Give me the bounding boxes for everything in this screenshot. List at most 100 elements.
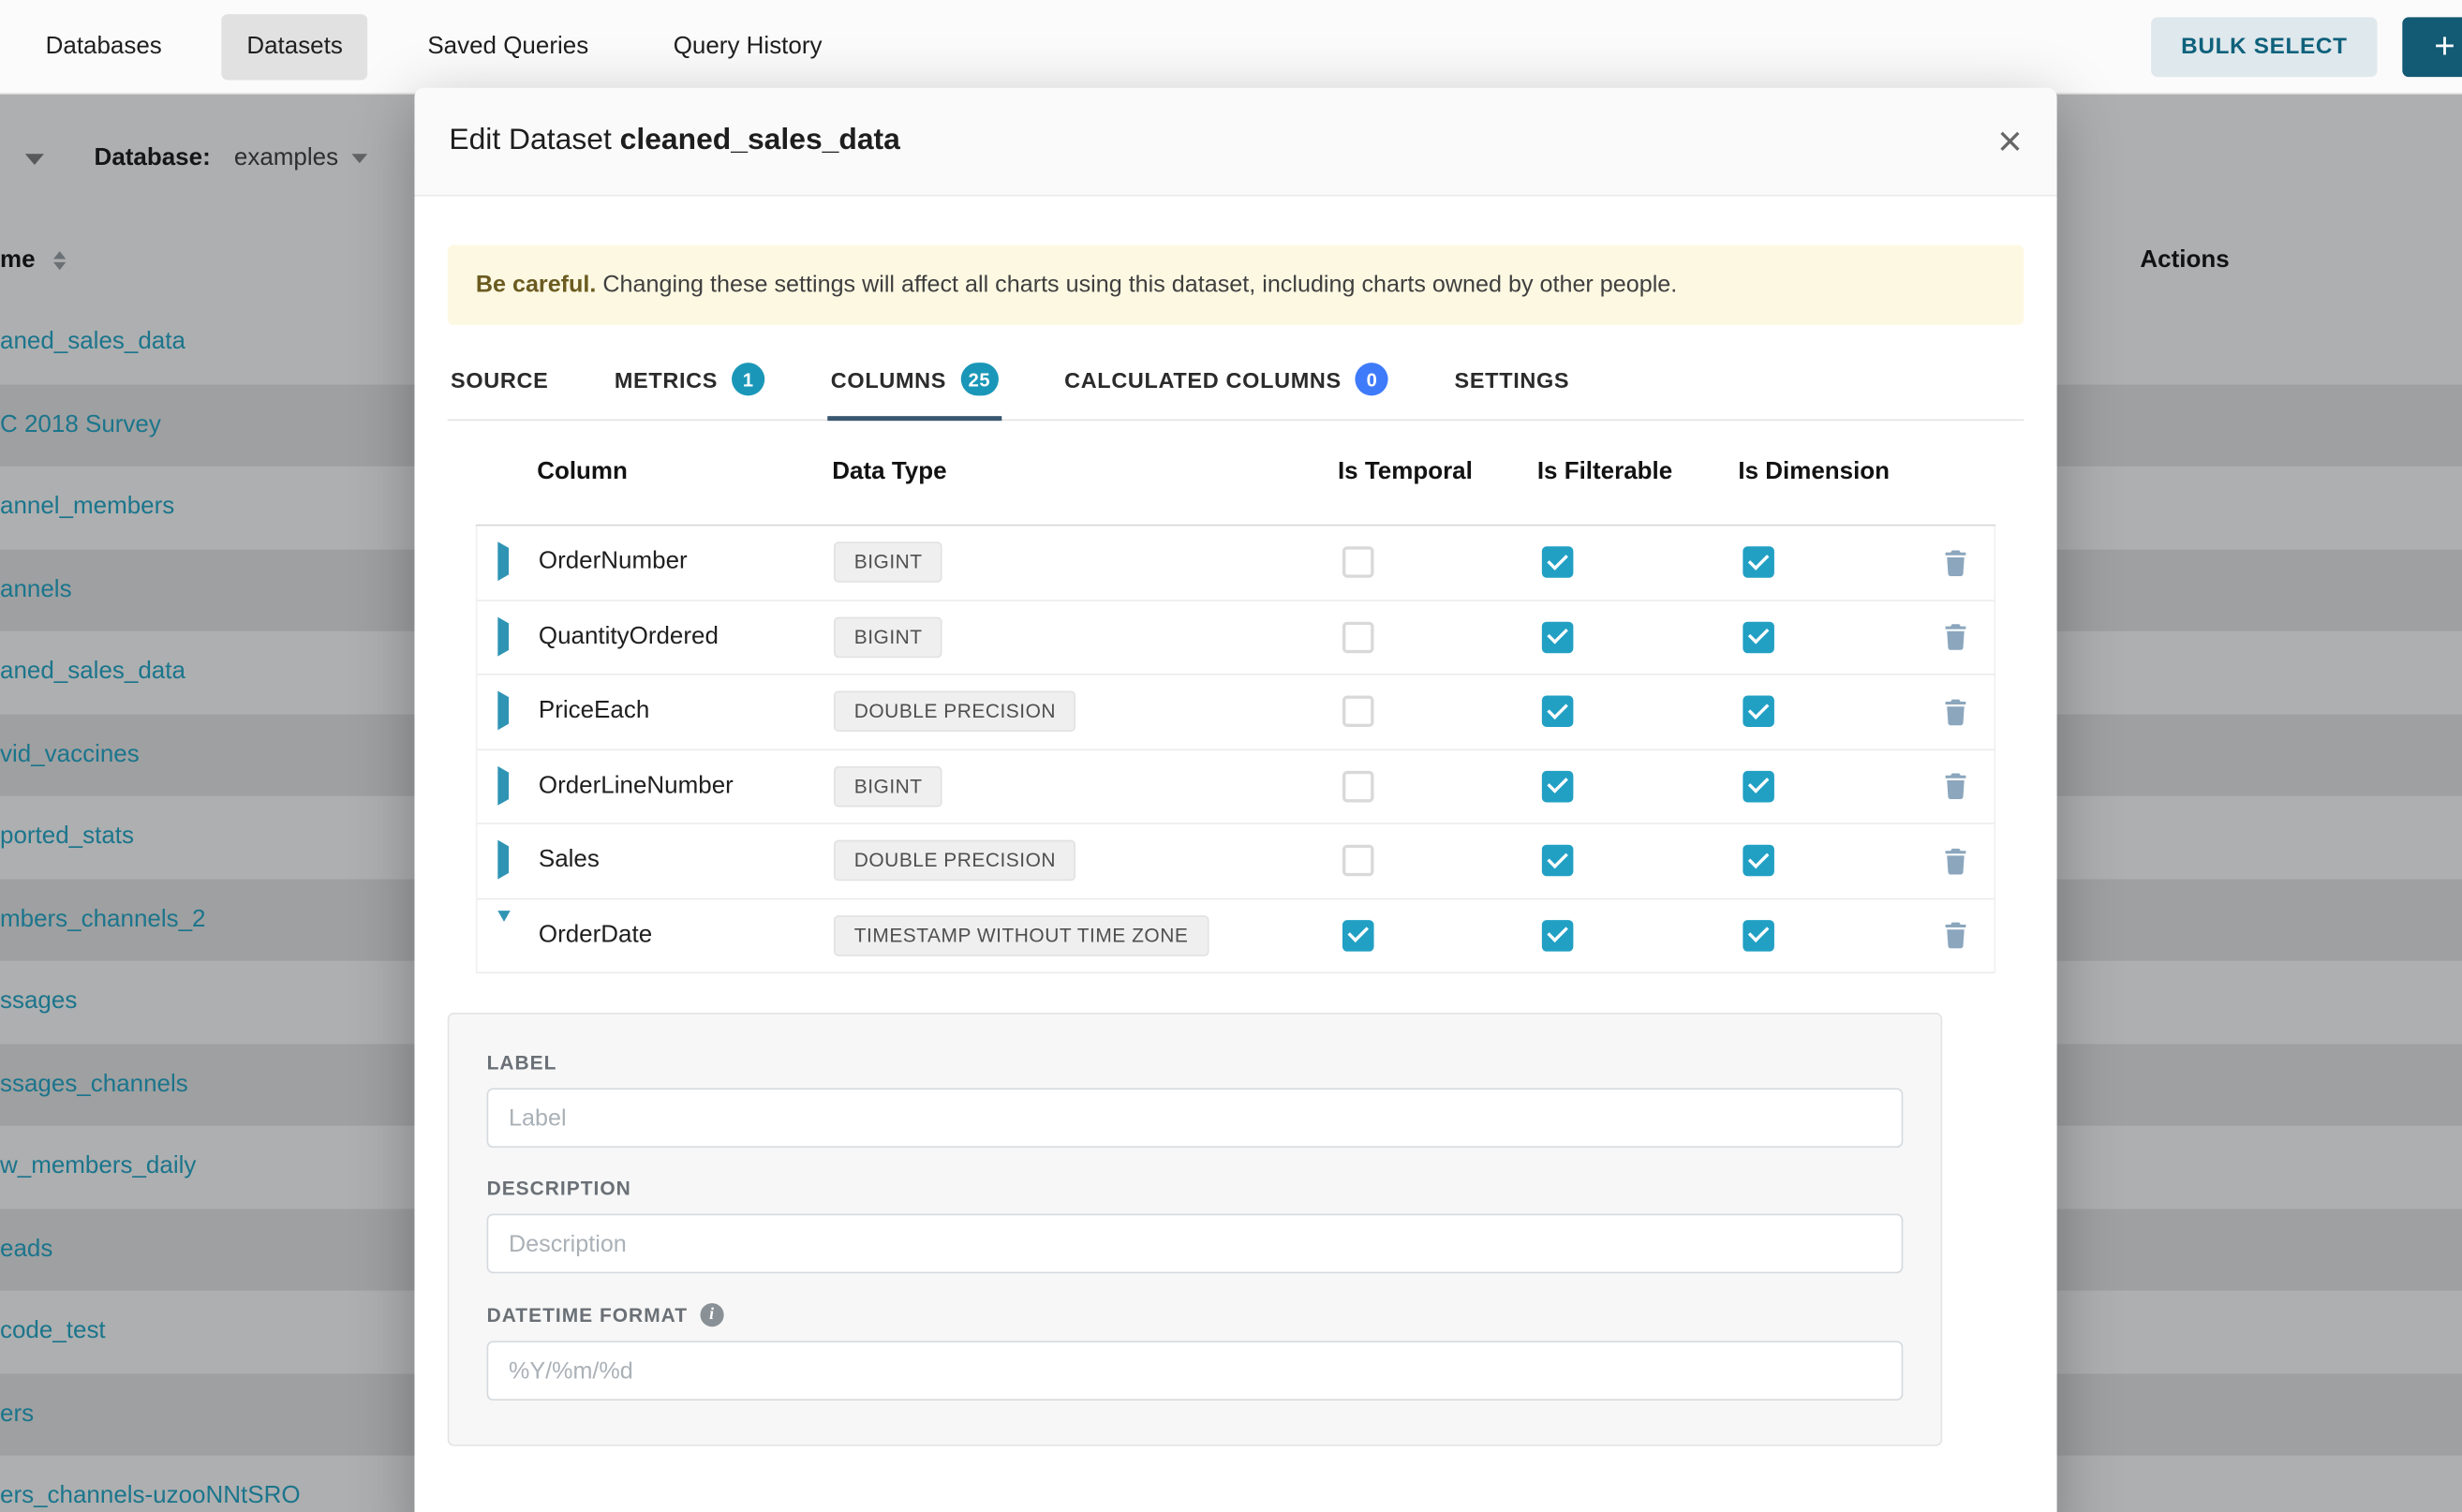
field-label-text: DESCRIPTION: [487, 1178, 631, 1199]
data-type-cell: BIGINT: [834, 542, 1340, 584]
is-temporal-checkbox-cell: [1340, 696, 1539, 728]
expand-caret-icon[interactable]: [497, 691, 509, 731]
expand-caret-icon[interactable]: [497, 616, 509, 656]
is-dimension-checkbox[interactable]: [1743, 696, 1774, 728]
is-temporal-checkbox-cell: [1340, 920, 1539, 952]
is-dimension-checkbox[interactable]: [1743, 547, 1774, 579]
is-temporal-checkbox-cell: [1340, 621, 1539, 653]
topnav-item-databases[interactable]: Databases: [21, 13, 187, 79]
tab-metrics[interactable]: METRICS 1: [611, 350, 767, 421]
is-filterable-checkbox[interactable]: [1542, 621, 1574, 653]
tab-calculated-columns[interactable]: CALCULATED COLUMNS0: [1061, 350, 1392, 421]
tab-count-badge: 1: [732, 363, 764, 395]
is-dimension-checkbox[interactable]: [1743, 771, 1774, 803]
modal-tab-bar: SOURCE METRICS 1 COLUMNS25 CALCULATED COLUMN…: [448, 350, 2024, 421]
topnav-item-query-history[interactable]: Query History: [648, 13, 847, 79]
is-dimension-checkbox-cell: [1740, 771, 1909, 803]
data-type-cell: BIGINT: [834, 616, 1340, 658]
modal-title-prefix: Edit Dataset: [449, 124, 611, 156]
is-temporal-checkbox-cell: [1340, 845, 1539, 877]
warning-bold: Be careful.: [476, 272, 597, 298]
is-filterable-checkbox[interactable]: [1542, 771, 1574, 803]
is-filterable-checkbox-cell: [1538, 621, 1740, 653]
data-type-cell: BIGINT: [834, 765, 1340, 807]
is-dimension-checkbox-cell: [1740, 696, 1909, 728]
tab-settings[interactable]: SETTINGS: [1451, 350, 1572, 421]
expand-caret-cell: [478, 548, 539, 576]
column-header-is-filterable: Is Filterable: [1537, 458, 1739, 486]
datetime-format-input[interactable]: [487, 1341, 1904, 1401]
is-temporal-checkbox[interactable]: [1342, 920, 1374, 952]
is-dimension-checkbox[interactable]: [1743, 845, 1774, 877]
is-filterable-checkbox[interactable]: [1542, 920, 1574, 952]
app-root: Database: examples me Actions aned_sales…: [0, 0, 2462, 1512]
is-filterable-checkbox-cell: [1538, 696, 1740, 728]
trash-icon[interactable]: [1943, 773, 1966, 799]
expand-caret-cell: [478, 623, 539, 651]
description-input[interactable]: [487, 1214, 1904, 1274]
tab-count-badge: 25: [960, 363, 998, 395]
is-temporal-checkbox[interactable]: [1342, 696, 1374, 728]
field-label-datetime-format: DATETIME FORMAT i: [487, 1303, 1904, 1327]
warning-text: Changing these settings will affect all …: [602, 272, 1677, 298]
expand-caret-icon[interactable]: [497, 765, 509, 805]
is-filterable-checkbox-cell: [1538, 920, 1740, 952]
column-row-quantityordered: QuantityOrderedBIGINT: [478, 600, 1995, 675]
is-temporal-checkbox[interactable]: [1342, 547, 1374, 579]
is-filterable-checkbox[interactable]: [1542, 845, 1574, 877]
expand-caret-icon[interactable]: [497, 840, 509, 880]
tab-label: SETTINGS: [1455, 366, 1570, 392]
info-icon[interactable]: i: [700, 1303, 723, 1327]
column-detail-panel: LABEL DESCRIPTION DATETIME FORMAT i: [448, 1013, 1943, 1446]
column-row-orderlinenumber: OrderLineNumberBIGINT: [478, 749, 1995, 824]
data-type-cell: DOUBLE PRECISION: [834, 691, 1340, 733]
field-label-text: DATETIME FORMAT: [487, 1304, 688, 1326]
label-input[interactable]: [487, 1088, 1904, 1148]
is-dimension-checkbox[interactable]: [1743, 621, 1774, 653]
trash-icon[interactable]: [1943, 848, 1966, 874]
is-filterable-checkbox[interactable]: [1542, 696, 1574, 728]
is-filterable-checkbox-cell: [1538, 845, 1740, 877]
collapse-caret-icon[interactable]: [497, 911, 510, 948]
is-dimension-checkbox-cell: [1740, 845, 1909, 877]
data-type-pill: DOUBLE PRECISION: [834, 840, 1076, 882]
column-row-priceeach: PriceEachDOUBLE PRECISION: [478, 675, 1995, 750]
expand-caret-cell: [478, 772, 539, 800]
field-label-label: LABEL: [487, 1052, 1904, 1074]
add-dataset-button[interactable]: +: [2402, 17, 2462, 77]
column-header-data-type: Data Type: [832, 458, 1338, 486]
column-name: OrderDate: [539, 921, 834, 949]
column-row-sales: SalesDOUBLE PRECISION: [478, 824, 1995, 899]
top-navigation: Databases Datasets Saved Queries Query Hist…: [0, 0, 2462, 95]
trash-icon[interactable]: [1943, 549, 1966, 575]
is-filterable-checkbox[interactable]: [1542, 547, 1574, 579]
is-temporal-checkbox[interactable]: [1342, 621, 1374, 653]
is-temporal-checkbox[interactable]: [1342, 845, 1374, 877]
tab-columns[interactable]: COLUMNS25: [827, 350, 1001, 421]
is-temporal-checkbox[interactable]: [1342, 771, 1374, 803]
topnav-item-datasets[interactable]: Datasets: [222, 13, 368, 79]
trash-icon[interactable]: [1943, 624, 1966, 650]
trash-icon[interactable]: [1943, 698, 1966, 724]
modal-title: Edit Dataset cleaned_sales_data: [449, 124, 900, 158]
close-icon[interactable]: ×: [1997, 120, 2022, 162]
bulk-select-button[interactable]: BULK SELECT: [2151, 17, 2377, 77]
expand-caret-icon[interactable]: [497, 542, 509, 582]
tab-label: SOURCE: [451, 366, 548, 392]
topnav-item-saved-queries[interactable]: Saved Queries: [403, 13, 614, 79]
column-header-is-temporal: Is Temporal: [1338, 458, 1537, 486]
column-name: PriceEach: [539, 698, 834, 726]
columns-table: ColumnData TypeIs TemporalIs FilterableI…: [476, 421, 1995, 973]
modal-body: Be careful. Changing these settings will…: [414, 245, 2056, 1445]
is-dimension-checkbox-cell: [1740, 547, 1909, 579]
tab-source[interactable]: SOURCE: [448, 350, 552, 421]
is-dimension-checkbox[interactable]: [1743, 920, 1774, 952]
tab-count-badge: 0: [1356, 363, 1388, 395]
column-name: Sales: [539, 847, 834, 875]
is-filterable-checkbox-cell: [1538, 771, 1740, 803]
form-field-datetime-format: DATETIME FORMAT i: [487, 1303, 1904, 1401]
tab-label: METRICS: [615, 366, 718, 392]
trash-icon[interactable]: [1943, 922, 1966, 948]
is-filterable-checkbox-cell: [1538, 547, 1740, 579]
data-type-cell: DOUBLE PRECISION: [834, 840, 1340, 882]
